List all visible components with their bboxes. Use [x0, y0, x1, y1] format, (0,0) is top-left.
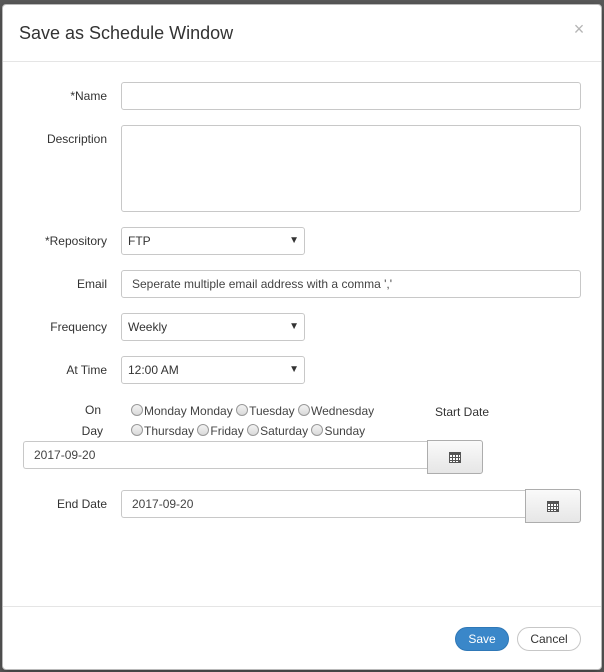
radio-icon — [311, 424, 324, 436]
start-date-calendar-button[interactable] — [427, 440, 483, 474]
repository-label: *Repository — [44, 234, 107, 248]
radio-icon — [298, 404, 310, 416]
weekday-radio-row-1: Monday Monday Tuesday Wednesday — [131, 404, 374, 418]
schedule-dialog: Save as Schedule Window × *Name Descript… — [2, 4, 602, 670]
radio-icon — [131, 424, 143, 436]
description-textarea[interactable] — [121, 125, 581, 212]
radio-saturday-label: Saturday — [260, 424, 309, 438]
calendar-icon — [547, 501, 559, 512]
end-date-calendar-button[interactable] — [525, 489, 581, 523]
email-input[interactable] — [121, 270, 581, 298]
on-day-label-line1: On — [84, 403, 101, 417]
end-date-label: End Date — [56, 497, 107, 511]
radio-icon — [197, 424, 210, 436]
frequency-selected-value: Weekly — [128, 320, 168, 334]
radio-icon — [247, 424, 260, 436]
frequency-select[interactable]: Weekly ▼ — [121, 313, 305, 341]
repository-select[interactable]: FTP ▼ — [121, 227, 305, 255]
radio-friday[interactable]: Friday — [197, 424, 244, 438]
radio-thursday-label: Thursday — [144, 424, 195, 438]
name-label: *Name — [70, 89, 107, 103]
caret-down-icon: ▼ — [289, 235, 299, 246]
close-icon[interactable]: × — [571, 19, 587, 39]
caret-down-icon: ▼ — [289, 321, 299, 332]
caret-down-icon: ▼ — [289, 364, 299, 375]
radio-sunday-label: Sunday — [324, 424, 366, 438]
at-time-select[interactable]: 12:00 AM ▼ — [121, 356, 305, 384]
cancel-button[interactable]: Cancel — [517, 627, 581, 651]
radio-monday-label: Monday Monday — [144, 404, 233, 418]
radio-icon — [236, 404, 249, 416]
radio-wednesday-label: Wednesday — [311, 404, 375, 418]
name-input[interactable] — [121, 82, 581, 110]
start-date-input[interactable]: 2017-09-20 — [23, 441, 428, 469]
radio-sunday[interactable]: Sunday — [311, 424, 365, 438]
description-label: Description — [46, 132, 107, 146]
repository-selected-value: FTP — [128, 234, 151, 248]
radio-saturday[interactable]: Saturday — [247, 424, 308, 438]
at-time-label: At Time — [66, 363, 107, 377]
on-day-label-line2: Day — [81, 424, 103, 438]
dialog-title: Save as Schedule Window — [19, 23, 234, 43]
radio-tuesday-label: Tuesday — [249, 404, 295, 418]
radio-friday-label: Friday — [210, 424, 244, 438]
end-date-input[interactable]: 2017-09-20 — [121, 490, 527, 518]
radio-wednesday[interactable]: Wednesday — [298, 404, 374, 418]
frequency-label: Frequency — [50, 320, 107, 334]
weekday-radio-row-2: Thursday Friday Saturday Sunday — [131, 424, 365, 438]
calendar-icon — [449, 452, 461, 463]
dialog-footer: Save Cancel — [3, 606, 601, 669]
dialog-header: Save as Schedule Window × — [3, 5, 601, 62]
email-label: Email — [76, 277, 107, 291]
radio-icon — [131, 404, 143, 416]
at-time-selected-value: 12:00 AM — [128, 363, 179, 377]
start-date-label: Start Date — [435, 405, 490, 419]
radio-tuesday[interactable]: Tuesday — [236, 404, 295, 418]
radio-thursday[interactable]: Thursday — [131, 424, 194, 438]
save-button[interactable]: Save — [455, 627, 509, 651]
radio-monday[interactable]: Monday Monday — [131, 404, 233, 418]
